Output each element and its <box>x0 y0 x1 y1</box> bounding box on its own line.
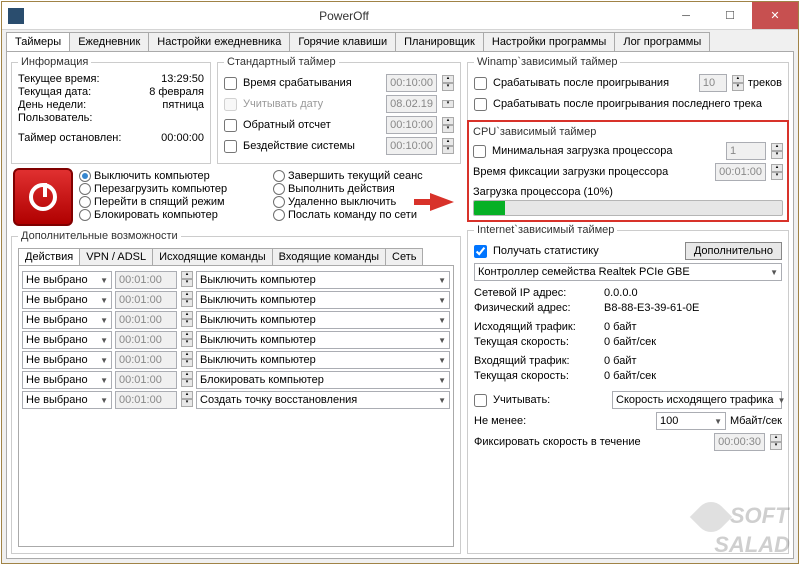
tab-log[interactable]: Лог программы <box>614 32 710 51</box>
titlebar: PowerOff ─ ☐ ✕ <box>2 2 798 30</box>
subtab-actions[interactable]: Действия <box>18 248 80 265</box>
radio-logoff[interactable] <box>273 170 285 182</box>
radio-actions[interactable] <box>273 183 285 195</box>
countdown-check[interactable] <box>224 119 237 132</box>
winamp-group: Winamp`зависимый таймер Срабатывать посл… <box>467 56 789 122</box>
min-select[interactable]: 100▼ <box>656 412 726 430</box>
row1-sel[interactable]: Не выбрано▼ <box>22 271 112 289</box>
info-legend: Информация <box>18 56 91 68</box>
extra-group: Дополнительные возможности Действия VPN … <box>11 230 461 554</box>
radio-remote-off[interactable] <box>273 196 285 208</box>
net-group: Internet`зависимый таймер Получать стати… <box>467 224 789 554</box>
trigger-time-check[interactable] <box>224 77 237 90</box>
cpu-progress <box>473 200 783 216</box>
cpu-highlight: CPU`зависимый таймер Минимальная загрузк… <box>467 120 789 222</box>
current-date: 8 февраля <box>149 86 204 98</box>
row1-act[interactable]: Выключить компьютер▼ <box>196 271 450 289</box>
cpu-load-label: Загрузка процессора (10%) <box>473 186 783 198</box>
idle-check[interactable] <box>224 140 237 153</box>
close-button[interactable]: ✕ <box>752 2 798 29</box>
window-title: PowerOff <box>24 9 664 23</box>
cpu-fix-input[interactable]: 00:01:00 <box>715 163 766 181</box>
tab-scheduler[interactable]: Планировщик <box>395 32 484 51</box>
info-group: Информация Текущее время:13:29:50 Текуща… <box>11 56 211 164</box>
net-stats-check[interactable] <box>474 245 487 258</box>
consider-check[interactable] <box>474 394 487 407</box>
tracks-input[interactable]: 10 <box>699 74 727 92</box>
subtab-net[interactable]: Сеть <box>385 248 423 265</box>
tab-timers[interactable]: Таймеры <box>6 32 70 51</box>
power-icon[interactable] <box>13 168 73 226</box>
cpu-min-input[interactable]: 1 <box>726 142 766 160</box>
trigger-spin[interactable]: ▴▾ <box>442 75 454 91</box>
radio-net-cmd[interactable] <box>273 209 285 221</box>
actions-grid: Не выбрано▼00:01:00▴▾Выключить компьютер… <box>18 265 454 547</box>
cpu-group: CPU`зависимый таймер Минимальная загрузк… <box>473 126 783 216</box>
radio-sleep[interactable] <box>79 196 91 208</box>
subtab-out-cmd[interactable]: Исходящие команды <box>152 248 273 265</box>
net-fix-input[interactable]: 00:00:30 <box>714 433 765 451</box>
cpu-min-check[interactable] <box>473 145 486 158</box>
winamp-after-play-check[interactable] <box>474 77 487 90</box>
tab-program-settings[interactable]: Настройки программы <box>483 32 615 51</box>
tab-diary[interactable]: Ежедневник <box>69 32 149 51</box>
minimize-button[interactable]: ─ <box>664 2 708 29</box>
adapter-select[interactable]: Контроллер семейства Realtek PCIe GBE▼ <box>474 263 782 281</box>
timer-stopped: 00:00:00 <box>161 132 204 144</box>
consider-date-check <box>224 98 237 111</box>
subtab-vpn[interactable]: VPN / ADSL <box>79 248 153 265</box>
date-input: 08.02.19 <box>386 95 437 113</box>
tab-diary-settings[interactable]: Настройки ежедневника <box>148 32 290 51</box>
radio-restart[interactable] <box>79 183 91 195</box>
more-button[interactable]: Дополнительно <box>685 242 782 260</box>
winamp-after-last-check[interactable] <box>474 98 487 111</box>
radio-shutdown[interactable] <box>79 170 91 182</box>
day-of-week: пятница <box>162 99 204 111</box>
countdown-input[interactable]: 00:10:00 <box>386 116 437 134</box>
idle-input[interactable]: 00:10:00 <box>386 137 437 155</box>
standard-timer-group: Стандартный таймер Время срабатывания00:… <box>217 56 461 164</box>
ip-value: 0.0.0.0 <box>604 286 638 301</box>
trigger-time-input[interactable]: 00:10:00 <box>386 74 437 92</box>
consider-select[interactable]: Скорость исходящего трафика▼ <box>612 391 782 409</box>
highlight-arrow-icon <box>430 193 454 211</box>
tab-hotkeys[interactable]: Горячие клавиши <box>289 32 396 51</box>
mac-value: B8-88-E3-39-61-0E <box>604 301 699 316</box>
main-tabs: Таймеры Ежедневник Настройки ежедневника… <box>2 30 798 51</box>
subtab-in-cmd[interactable]: Входящие команды <box>272 248 386 265</box>
current-time: 13:29:50 <box>161 73 204 85</box>
maximize-button[interactable]: ☐ <box>708 2 752 29</box>
app-icon <box>8 8 24 24</box>
radio-lock[interactable] <box>79 209 91 221</box>
